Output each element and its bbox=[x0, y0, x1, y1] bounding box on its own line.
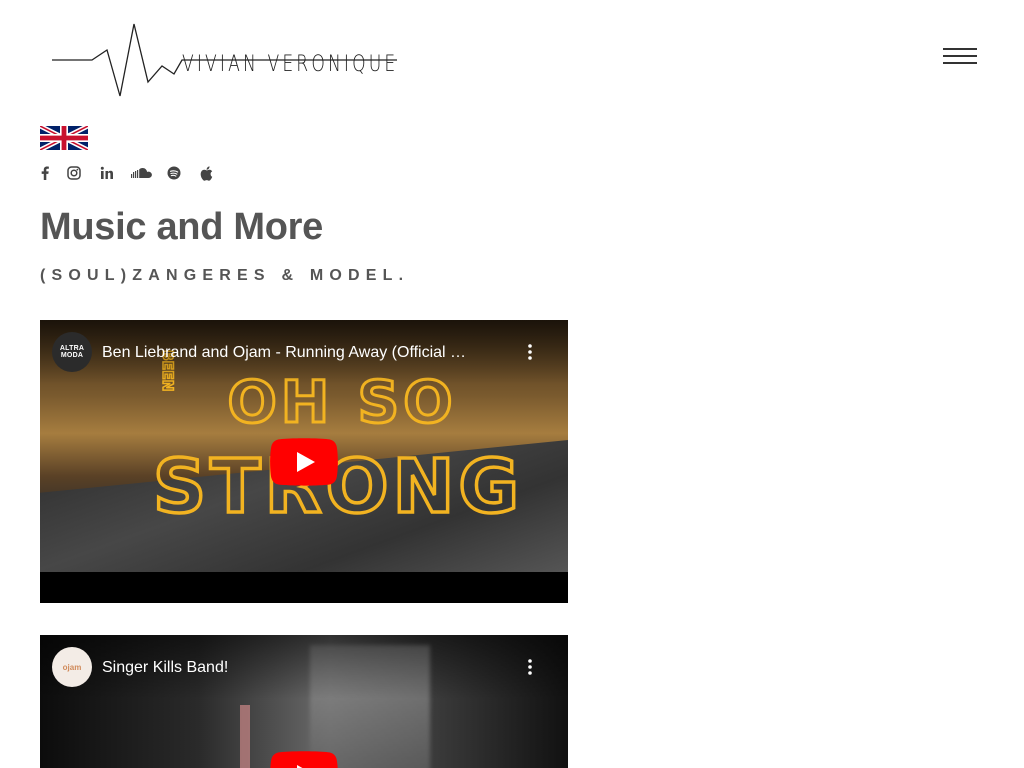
apple-icon[interactable] bbox=[199, 164, 213, 182]
logo-text: VIVIAN VERONIQUE bbox=[182, 52, 399, 77]
channel-avatar[interactable]: ojam bbox=[52, 647, 92, 687]
page-title: Music and More bbox=[40, 206, 323, 248]
youtube-video-2[interactable]: ojam Singer Kills Band! bbox=[40, 635, 568, 768]
linkedin-icon[interactable] bbox=[99, 164, 115, 182]
page-subtitle: (SOUL)ZANGERES & MODEL. bbox=[40, 267, 410, 284]
youtube-video-1[interactable]: BEEN OH SO STRONG ALTRAMODA Ben Liebrand… bbox=[40, 320, 568, 603]
thumbnail-line2-text: STRONG bbox=[153, 444, 523, 530]
social-links bbox=[36, 163, 213, 183]
page: VIVIAN VERONIQUE Music and More (SOUL)ZA… bbox=[0, 0, 1024, 768]
video-thumbnail-figure bbox=[240, 705, 250, 768]
channel-avatar-text: ojam bbox=[62, 662, 82, 672]
spotify-icon[interactable] bbox=[167, 164, 181, 182]
hamburger-menu-icon[interactable] bbox=[943, 46, 977, 66]
channel-avatar-text: ALTRA MODA bbox=[59, 345, 85, 359]
facebook-icon[interactable] bbox=[36, 164, 54, 182]
uk-flag-icon[interactable] bbox=[40, 126, 88, 150]
more-options-icon[interactable] bbox=[522, 340, 538, 364]
play-button-icon[interactable] bbox=[270, 751, 338, 768]
soundcloud-icon[interactable] bbox=[131, 164, 153, 182]
video-bottom-bar bbox=[40, 572, 568, 603]
video-title[interactable]: Singer Kills Band! bbox=[102, 659, 512, 677]
channel-avatar[interactable]: ALTRA MODA bbox=[52, 332, 92, 372]
play-button-icon[interactable] bbox=[270, 438, 338, 486]
more-options-icon[interactable] bbox=[522, 655, 538, 679]
instagram-icon[interactable] bbox=[67, 164, 81, 182]
video-title[interactable]: Ben Liebrand and Ojam - Running Away (Of… bbox=[102, 344, 512, 362]
